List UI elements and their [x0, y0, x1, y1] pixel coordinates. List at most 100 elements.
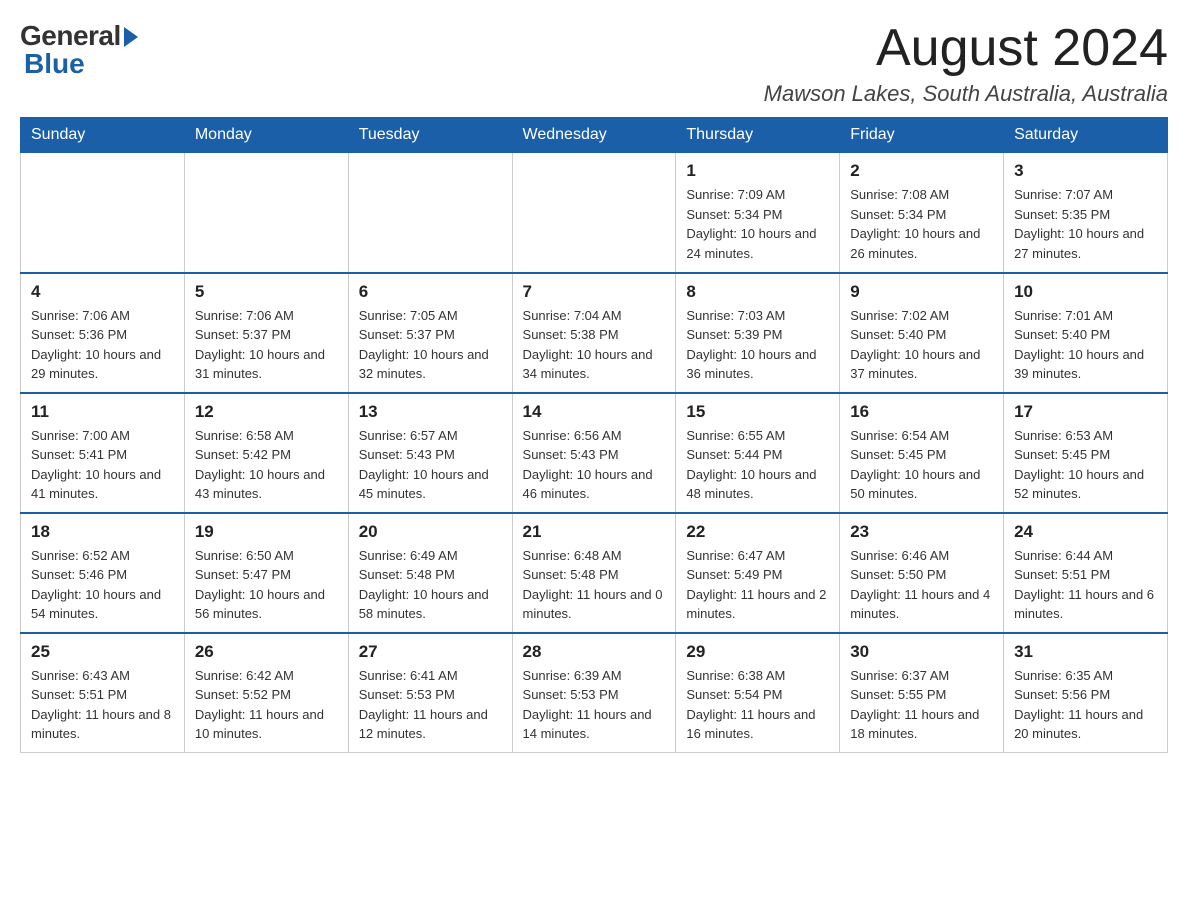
- calendar-cell: 4Sunrise: 7:06 AM Sunset: 5:36 PM Daylig…: [21, 273, 185, 393]
- day-info: Sunrise: 6:42 AM Sunset: 5:52 PM Dayligh…: [195, 666, 338, 744]
- day-number: 13: [359, 402, 502, 422]
- day-info: Sunrise: 7:01 AM Sunset: 5:40 PM Dayligh…: [1014, 306, 1157, 384]
- day-number: 25: [31, 642, 174, 662]
- calendar-cell: 9 Sunrise: 7:02 AM Sunset: 5:40 PM Daylig…: [840, 273, 1004, 393]
- logo: General Blue: [20, 20, 138, 80]
- day-info: Sunrise: 7:04 AM Sunset: 5:38 PM Dayligh…: [523, 306, 666, 384]
- calendar-cell: 2 Sunrise: 7:08 AM Sunset: 5:34 PM Daylig…: [840, 153, 1004, 273]
- day-info: Sunrise: 7:06 AM Sunset: 5:37 PM Dayligh…: [195, 306, 338, 384]
- day-info: Sunrise: 6:50 AM Sunset: 5:47 PM Dayligh…: [195, 546, 338, 624]
- day-number: 1: [686, 161, 829, 181]
- calendar-cell: 22 Sunrise: 6:47 AM Sunset: 5:49 PM Dayli…: [676, 513, 840, 633]
- day-number: 28: [523, 642, 666, 662]
- calendar-header-saturday: Saturday: [1004, 118, 1168, 153]
- calendar-cell: 11 Sunrise: 7:00 AM Sunset: 5:41 PM Dayli…: [21, 393, 185, 513]
- day-info: Sunrise: 6:57 AM Sunset: 5:43 PM Dayligh…: [359, 426, 502, 504]
- calendar-cell: 3 Sunrise: 7:07 AM Sunset: 5:35 PM Daylig…: [1004, 153, 1168, 273]
- page-header: General Blue August 2024 Mawson Lakes, S…: [20, 20, 1168, 107]
- day-info: Sunrise: 6:35 AM Sunset: 5:56 PM Dayligh…: [1014, 666, 1157, 744]
- calendar-cell: [184, 153, 348, 273]
- day-number: 29: [686, 642, 829, 662]
- calendar-cell: [512, 153, 676, 273]
- day-info: Sunrise: 6:58 AM Sunset: 5:42 PM Dayligh…: [195, 426, 338, 504]
- calendar-cell: 28Sunrise: 6:39 AM Sunset: 5:53 PM Dayli…: [512, 633, 676, 753]
- calendar-header-sunday: Sunday: [21, 118, 185, 153]
- calendar-table: SundayMondayTuesdayWednesdayThursdayFrid…: [20, 117, 1168, 753]
- logo-arrow-icon: [124, 27, 138, 47]
- calendar-cell: 6Sunrise: 7:05 AM Sunset: 5:37 PM Daylig…: [348, 273, 512, 393]
- day-info: Sunrise: 6:46 AM Sunset: 5:50 PM Dayligh…: [850, 546, 993, 624]
- title-area: August 2024 Mawson Lakes, South Australi…: [764, 20, 1168, 107]
- calendar-cell: 27 Sunrise: 6:41 AM Sunset: 5:53 PM Dayli…: [348, 633, 512, 753]
- day-number: 7: [523, 282, 666, 302]
- calendar-week-row: 25 Sunrise: 6:43 AM Sunset: 5:51 PM Dayli…: [21, 633, 1168, 753]
- day-info: Sunrise: 6:43 AM Sunset: 5:51 PM Dayligh…: [31, 666, 174, 744]
- calendar-cell: 12Sunrise: 6:58 AM Sunset: 5:42 PM Dayli…: [184, 393, 348, 513]
- day-number: 10: [1014, 282, 1157, 302]
- calendar-week-row: 1 Sunrise: 7:09 AM Sunset: 5:34 PM Daylig…: [21, 153, 1168, 273]
- day-number: 21: [523, 522, 666, 542]
- day-number: 16: [850, 402, 993, 422]
- day-number: 8: [686, 282, 829, 302]
- day-info: Sunrise: 6:47 AM Sunset: 5:49 PM Dayligh…: [686, 546, 829, 624]
- day-number: 27: [359, 642, 502, 662]
- calendar-cell: 30 Sunrise: 6:37 AM Sunset: 5:55 PM Dayli…: [840, 633, 1004, 753]
- calendar-body: 1 Sunrise: 7:09 AM Sunset: 5:34 PM Daylig…: [21, 153, 1168, 753]
- day-number: 26: [195, 642, 338, 662]
- day-info: Sunrise: 6:54 AM Sunset: 5:45 PM Dayligh…: [850, 426, 993, 504]
- day-info: Sunrise: 6:53 AM Sunset: 5:45 PM Dayligh…: [1014, 426, 1157, 504]
- calendar-cell: 13 Sunrise: 6:57 AM Sunset: 5:43 PM Dayli…: [348, 393, 512, 513]
- day-info: Sunrise: 6:41 AM Sunset: 5:53 PM Dayligh…: [359, 666, 502, 744]
- logo-blue-text: Blue: [20, 48, 85, 80]
- calendar-cell: 31 Sunrise: 6:35 AM Sunset: 5:56 PM Dayli…: [1004, 633, 1168, 753]
- day-number: 23: [850, 522, 993, 542]
- month-year-title: August 2024: [764, 20, 1168, 77]
- calendar-cell: 24 Sunrise: 6:44 AM Sunset: 5:51 PM Dayli…: [1004, 513, 1168, 633]
- calendar-cell: 20 Sunrise: 6:49 AM Sunset: 5:48 PM Dayli…: [348, 513, 512, 633]
- day-number: 9: [850, 282, 993, 302]
- calendar-header-wednesday: Wednesday: [512, 118, 676, 153]
- day-number: 31: [1014, 642, 1157, 662]
- calendar-header-thursday: Thursday: [676, 118, 840, 153]
- day-number: 3: [1014, 161, 1157, 181]
- day-number: 20: [359, 522, 502, 542]
- day-info: Sunrise: 6:52 AM Sunset: 5:46 PM Dayligh…: [31, 546, 174, 624]
- day-number: 17: [1014, 402, 1157, 422]
- calendar-cell: 1 Sunrise: 7:09 AM Sunset: 5:34 PM Daylig…: [676, 153, 840, 273]
- calendar-cell: 16 Sunrise: 6:54 AM Sunset: 5:45 PM Dayli…: [840, 393, 1004, 513]
- day-number: 22: [686, 522, 829, 542]
- calendar-week-row: 18 Sunrise: 6:52 AM Sunset: 5:46 PM Dayli…: [21, 513, 1168, 633]
- calendar-cell: 29 Sunrise: 6:38 AM Sunset: 5:54 PM Dayli…: [676, 633, 840, 753]
- day-number: 30: [850, 642, 993, 662]
- day-info: Sunrise: 7:07 AM Sunset: 5:35 PM Dayligh…: [1014, 185, 1157, 263]
- calendar-cell: 17 Sunrise: 6:53 AM Sunset: 5:45 PM Dayli…: [1004, 393, 1168, 513]
- calendar-cell: 14Sunrise: 6:56 AM Sunset: 5:43 PM Dayli…: [512, 393, 676, 513]
- day-number: 18: [31, 522, 174, 542]
- day-number: 19: [195, 522, 338, 542]
- day-info: Sunrise: 7:08 AM Sunset: 5:34 PM Dayligh…: [850, 185, 993, 263]
- day-number: 2: [850, 161, 993, 181]
- day-number: 5: [195, 282, 338, 302]
- calendar-header-monday: Monday: [184, 118, 348, 153]
- day-info: Sunrise: 6:49 AM Sunset: 5:48 PM Dayligh…: [359, 546, 502, 624]
- day-info: Sunrise: 6:44 AM Sunset: 5:51 PM Dayligh…: [1014, 546, 1157, 624]
- day-number: 11: [31, 402, 174, 422]
- day-info: Sunrise: 6:38 AM Sunset: 5:54 PM Dayligh…: [686, 666, 829, 744]
- calendar-cell: 23 Sunrise: 6:46 AM Sunset: 5:50 PM Dayli…: [840, 513, 1004, 633]
- calendar-cell: 25 Sunrise: 6:43 AM Sunset: 5:51 PM Dayli…: [21, 633, 185, 753]
- calendar-cell: [348, 153, 512, 273]
- day-info: Sunrise: 7:06 AM Sunset: 5:36 PM Dayligh…: [31, 306, 174, 384]
- day-info: Sunrise: 7:00 AM Sunset: 5:41 PM Dayligh…: [31, 426, 174, 504]
- day-info: Sunrise: 6:37 AM Sunset: 5:55 PM Dayligh…: [850, 666, 993, 744]
- day-info: Sunrise: 6:55 AM Sunset: 5:44 PM Dayligh…: [686, 426, 829, 504]
- day-number: 24: [1014, 522, 1157, 542]
- calendar-cell: 21Sunrise: 6:48 AM Sunset: 5:48 PM Dayli…: [512, 513, 676, 633]
- day-number: 15: [686, 402, 829, 422]
- calendar-cell: 18 Sunrise: 6:52 AM Sunset: 5:46 PM Dayli…: [21, 513, 185, 633]
- calendar-header-row: SundayMondayTuesdayWednesdayThursdayFrid…: [21, 118, 1168, 153]
- day-number: 6: [359, 282, 502, 302]
- calendar-cell: 8Sunrise: 7:03 AM Sunset: 5:39 PM Daylig…: [676, 273, 840, 393]
- location-subtitle: Mawson Lakes, South Australia, Australia: [764, 81, 1168, 107]
- day-info: Sunrise: 7:02 AM Sunset: 5:40 PM Dayligh…: [850, 306, 993, 384]
- day-info: Sunrise: 7:09 AM Sunset: 5:34 PM Dayligh…: [686, 185, 829, 263]
